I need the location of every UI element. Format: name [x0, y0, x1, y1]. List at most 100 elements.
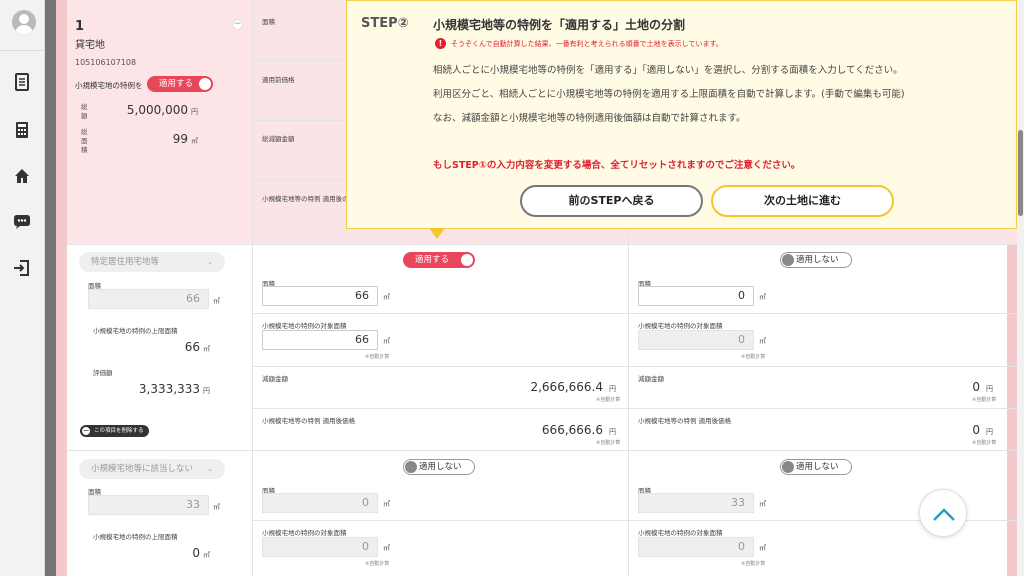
s2c1-target-label: 小規模宅地の特例の対象面積: [262, 529, 347, 537]
warning-icon: !: [435, 38, 446, 49]
s1-valuation-label: 評価額: [93, 369, 113, 377]
land-number: 1: [75, 19, 85, 34]
usage-select-2[interactable]: 小規模宅地等に該当しない ⌄: [79, 459, 225, 479]
column-divider: [252, 0, 253, 576]
s1-limit-unit: ㎡: [203, 345, 210, 353]
previous-step-button[interactable]: 前のSTEPへ戻る: [520, 185, 703, 217]
s1-limit-value: 66: [184, 340, 200, 354]
total-area-value: 99: [172, 132, 188, 146]
total-amount-unit: 円: [191, 108, 198, 116]
s1c1-area-input[interactable]: 66: [262, 286, 378, 306]
total-amount-label: 総額: [81, 103, 88, 120]
row-divider: [628, 313, 1017, 314]
total-area-unit: ㎡: [191, 137, 198, 145]
s2c1-auto-note: ※自動計算: [365, 561, 390, 567]
s2-col2-toggle[interactable]: 適用しない: [780, 459, 852, 475]
s1-col1-toggle[interactable]: 適用する: [403, 252, 475, 268]
s2-limit-value: 0: [192, 546, 200, 560]
step-reset-warning: もしSTEP①の入力内容を変更する場合、全てリセットされますのでご注意ください。: [433, 160, 801, 171]
logout-icon[interactable]: [12, 258, 32, 278]
s1c2-post-value: 0: [972, 423, 980, 437]
s1c1-target-input[interactable]: 66: [262, 330, 378, 350]
total-amount-value: 5,000,000: [126, 103, 188, 117]
s1c2-target-unit: ㎡: [759, 337, 766, 345]
s1c2-auto-note-3: ※自動計算: [972, 440, 997, 446]
s1c2-auto-note: ※自動計算: [741, 354, 766, 360]
step-title: 小規模宅地等の特例を「適用する」土地の分割: [433, 18, 686, 32]
s1c2-post-unit: 円: [986, 428, 993, 436]
sidebar-divider: [0, 50, 45, 51]
s1c1-reduction-value: 2,666,666.4: [530, 380, 603, 394]
s1c1-post-label: 小規模宅地等の特例 適用後価格: [262, 417, 356, 425]
scrollbar-track[interactable]: [1017, 0, 1024, 576]
row-divider: [252, 408, 628, 409]
s1-limit-label: 小規模宅地の特例の上限面積: [93, 327, 178, 335]
s1c1-post-value: 666,666.6: [541, 423, 603, 437]
s1c1-auto-note: ※自動計算: [365, 354, 390, 360]
s1c1-post-unit: 円: [609, 428, 616, 436]
row-divider: [628, 408, 1017, 409]
header-area-label: 面積: [262, 18, 275, 26]
s1c1-auto-note-3: ※自動計算: [596, 440, 621, 446]
row-divider: [252, 520, 628, 521]
land-apply-toggle[interactable]: 適用する: [147, 76, 213, 92]
s2-col1-toggle[interactable]: 適用しない: [403, 459, 475, 475]
s1-valuation-value: 3,333,333: [138, 382, 200, 396]
s2c1-area-unit: ㎡: [383, 500, 390, 508]
step-instruction-2: 利用区分ごと、相続人ごとに小規模宅地等の特例を適用する上限面積を自動で計算します…: [433, 89, 905, 100]
chevron-up-icon: [933, 508, 955, 521]
s1c2-target-label: 小規模宅地の特例の対象面積: [638, 322, 723, 330]
s2-limit-unit: ㎡: [203, 551, 210, 559]
collapse-icon[interactable]: −: [232, 19, 243, 30]
chat-icon[interactable]: [12, 212, 32, 232]
document-icon[interactable]: [12, 72, 32, 92]
scrollbar-thumb[interactable]: [1018, 130, 1023, 216]
s1-col2-toggle[interactable]: 適用しない: [780, 252, 852, 268]
s1c1-auto-note-2: ※自動計算: [596, 397, 621, 403]
s2-area-unit: ㎡: [213, 503, 220, 511]
s2c1-target-input: 0: [262, 537, 378, 557]
s1c2-post-label: 小規模宅地等の特例 適用後価格: [638, 417, 732, 425]
section-divider: [67, 244, 1017, 245]
next-land-button[interactable]: 次の土地に進む: [711, 185, 894, 217]
s1c2-auto-note-2: ※自動計算: [972, 397, 997, 403]
s1c2-area-input[interactable]: 0: [638, 286, 754, 306]
s1-area-unit: ㎡: [213, 297, 220, 305]
header-total-reduction-label: 総減額金額: [262, 135, 295, 143]
s2c2-auto-note: ※自動計算: [741, 561, 766, 567]
row-divider: [252, 120, 346, 121]
s1c1-reduction-unit: 円: [609, 385, 616, 393]
s1c1-target-unit: ㎡: [383, 337, 390, 345]
land-type: 貸宅地: [75, 40, 105, 51]
step-warning: そうぞくんで自動計算した結果、一番有利と考えられる順番で土地を表示しています。: [451, 40, 723, 48]
land-code: 105106107108: [75, 58, 137, 67]
s2c2-area-input: 33: [638, 493, 754, 513]
s1c2-reduction-value: 0: [972, 380, 980, 394]
row-divider: [252, 313, 628, 314]
sidebar: [0, 0, 45, 576]
home-icon[interactable]: [12, 166, 32, 186]
s2c2-area-unit: ㎡: [759, 500, 766, 508]
s2c2-target-label: 小規模宅地の特例の対象面積: [638, 529, 723, 537]
s1-valuation-unit: 円: [203, 387, 210, 395]
scroll-to-top-button[interactable]: [919, 489, 967, 537]
delete-item-button[interactable]: − この項目を削除する: [80, 425, 149, 437]
s2c2-target-input: 0: [638, 537, 754, 557]
s2c2-target-unit: ㎡: [759, 544, 766, 552]
row-divider: [252, 366, 628, 367]
user-avatar-icon[interactable]: [12, 10, 36, 34]
step-pointer-arrow: [429, 228, 445, 239]
calculator-icon[interactable]: [12, 120, 32, 140]
usage-select-1[interactable]: 特定居住用宅地等 ⌄: [79, 252, 225, 272]
s1c1-area-unit: ㎡: [383, 293, 390, 301]
s2-area-input: 33: [88, 495, 209, 515]
s2c1-area-input: 0: [262, 493, 378, 513]
row-divider: [252, 60, 346, 61]
row-divider: [628, 366, 1017, 367]
header-pre-price-label: 適用前価格: [262, 76, 295, 84]
s2-limit-label: 小規模宅地の特例の上限面積: [93, 533, 178, 541]
s1c1-target-label: 小規模宅地の特例の対象面積: [262, 322, 347, 330]
s1-area-input: 66: [88, 289, 209, 309]
s1c2-target-input: 0: [638, 330, 754, 350]
s2c1-target-unit: ㎡: [383, 544, 390, 552]
